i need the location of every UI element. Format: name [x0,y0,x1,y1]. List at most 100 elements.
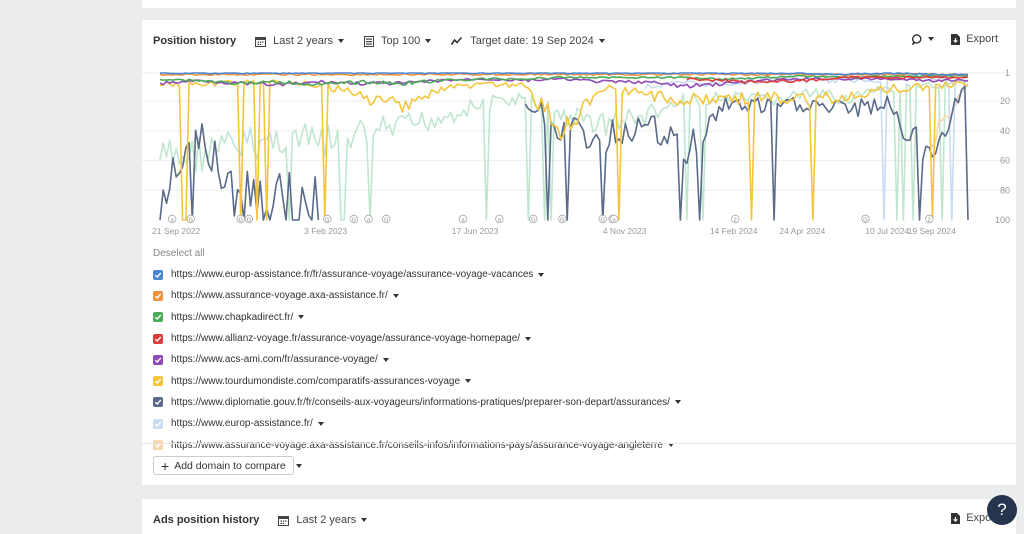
x-tick-label: 24 Apr 2024 [779,226,825,236]
chevron-down-icon[interactable] [674,400,681,405]
chevron-down-icon[interactable] [382,357,389,362]
legend-label: https://www.allianz-voyage.fr/assurance-… [171,333,521,345]
check-icon [154,421,162,427]
legend-checkbox[interactable] [153,354,163,365]
check-icon [154,378,162,385]
annotation-label: G [601,217,606,223]
legend-item[interactable]: https://www.tourdumondiste.com/comparati… [153,370,681,391]
legend-label: https://www.acs-ami.com/fr/assurance-voy… [171,354,378,366]
add-domain-button[interactable]: + Add domain to compare [153,456,294,475]
trend-icon [451,36,463,45]
chart-legend: https://www.europ-assistance.fr/fr/assur… [153,264,681,477]
chevron-down-icon[interactable] [465,379,472,384]
target-date-label: Target date: 19 Sep 2024 [470,35,594,47]
y-tick-label: 20 [1000,96,1010,106]
annotation-label: G [239,217,244,223]
export-icon [951,33,961,45]
check-icon [154,357,162,363]
legend-checkbox[interactable] [153,290,163,301]
export-button[interactable]: Export [951,33,998,45]
export-icon [951,512,961,524]
x-tick-label: 10 Jul 2024 [865,226,909,236]
chevron-down-icon[interactable] [525,336,532,341]
export-label: Export [966,33,998,45]
legend-checkbox[interactable] [153,397,163,408]
ads-toolbar: Ads position history Last 2 years [153,512,387,528]
target-date-dropdown[interactable]: Target date: 19 Sep 2024 [451,35,605,47]
legend-label: https://www.tourdumondiste.com/comparati… [171,375,461,387]
legend-checkbox[interactable] [153,440,163,451]
y-tick-label: 80 [1000,185,1010,195]
legend-item[interactable]: https://www.europ-assistance.fr/ [153,413,681,434]
chevron-down-icon[interactable] [538,272,545,277]
check-icon [154,272,162,278]
plus-icon: + [161,457,170,474]
legend-label: https://www.europ-assistance.fr/fr/assur… [171,269,534,281]
annotation-label: G [247,217,252,223]
chevron-down-icon[interactable] [317,421,324,426]
y-tick-label: 40 [1000,126,1010,136]
comment-icon [912,33,922,45]
ads-period-dropdown[interactable]: Last 2 years [278,514,368,526]
calendar-icon [255,36,267,47]
ads-period-label: Last 2 years [296,514,357,526]
x-tick-label: 14 Feb 2024 [710,226,758,236]
previous-card [142,0,1016,8]
x-tick-label: 19 Sep 2024 [908,226,956,236]
annotation-label: G [352,217,357,223]
chevron-down-icon[interactable] [298,315,305,320]
chevron-down-icon [425,39,432,43]
x-tick-label: 17 Jun 2023 [452,226,499,236]
annotation-label: G [560,217,565,223]
ads-position-history-card: Ads position history Last 2 years Export [142,499,1016,534]
chevron-down-icon [338,39,345,43]
top-label: Top 100 [381,35,421,47]
x-tick-label: 3 Feb 2023 [304,226,347,236]
legend-item[interactable]: https://www.allianz-voyage.fr/assurance-… [153,328,681,349]
calendar-icon [278,515,290,526]
add-domain-label: Add domain to compare [174,459,286,472]
legend-checkbox[interactable] [153,376,163,387]
legend-item[interactable]: https://www.chapkadirect.fr/ [153,307,681,328]
annotation-label: G [325,217,330,223]
y-tick-label: 60 [1000,156,1010,166]
chevron-down-icon [928,37,935,41]
period-label: Last 2 years [273,35,334,47]
legend-checkbox[interactable] [153,333,163,344]
help-button[interactable]: ? [987,495,1017,525]
comment-dropdown[interactable] [912,33,935,45]
annotation-label: 2 [734,217,737,223]
chevron-down-icon[interactable] [296,464,303,469]
chevron-down-icon [598,39,605,43]
card-title: Position history [153,35,237,47]
deselect-all-link[interactable]: Deselect all [153,248,205,259]
legend-item[interactable]: https://www.europ-assistance.fr/fr/assur… [153,264,681,285]
legend-checkbox[interactable] [153,269,163,280]
list-icon [364,35,375,47]
check-icon [154,399,162,406]
legend-item[interactable]: https://www.assurance-voyage.axa-assista… [153,285,681,306]
annotation-label: G [188,217,193,223]
period-dropdown[interactable]: Last 2 years [255,35,345,47]
chevron-down-icon[interactable] [392,293,399,298]
legend-label: https://www.chapkadirect.fr/ [171,311,294,323]
legend-checkbox[interactable] [153,312,163,323]
position-chart[interactable]: 1 20 40 60 80 100 21 Sep 2022 3 Feb 2023 17 Jun … [142,56,1016,246]
check-icon [154,336,162,342]
x-tick-label: 4 Nov 2023 [603,226,647,236]
legend-item[interactable]: https://www.assurance-voyage.axa-assista… [153,434,681,455]
y-tick-label: 100 [995,215,1010,225]
legend-item[interactable]: https://www.acs-ami.com/fr/assurance-voy… [153,349,681,370]
legend-label: https://www.europ-assistance.fr/ [171,418,313,430]
legend-item[interactable]: https://www.diplomatie.gouv.fr/fr/consei… [153,392,681,413]
chevron-down-icon [361,518,368,522]
position-history-toolbar: Position history Last 2 years Top 100 Ta… [153,33,625,49]
ads-card-title: Ads position history [153,514,260,526]
check-icon [154,314,162,321]
legend-checkbox[interactable] [153,418,163,429]
top-dropdown[interactable]: Top 100 [364,35,432,47]
annotation-label: 2 [928,217,931,223]
annotation-label: G [863,217,868,223]
legend-label: https://www.assurance-voyage.axa-assista… [171,439,663,451]
legend-label: https://www.diplomatie.gouv.fr/fr/consei… [171,396,670,408]
